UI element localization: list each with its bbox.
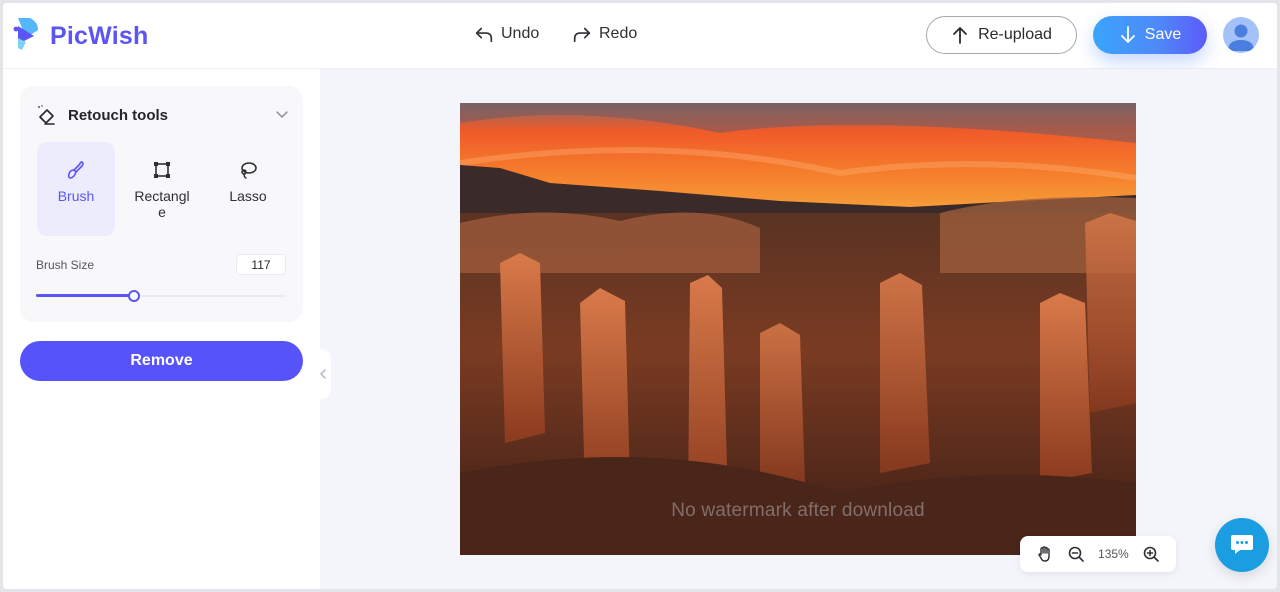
reupload-label: Re-upload <box>978 26 1052 43</box>
save-button[interactable]: Save <box>1093 16 1207 54</box>
chevron-down-icon[interactable] <box>274 106 290 122</box>
chevron-left-icon <box>320 369 326 379</box>
brush-size-slider[interactable] <box>36 290 286 302</box>
watermark-text: No watermark after download <box>671 500 925 521</box>
panel-header[interactable]: Retouch tools <box>36 104 168 126</box>
undo-button[interactable]: Undo <box>473 23 539 45</box>
canyon-photo[interactable]: No watermark after download <box>460 103 1136 555</box>
panel-title: Retouch tools <box>68 106 168 124</box>
brush-size-input[interactable]: 117 <box>236 254 286 275</box>
undo-icon <box>475 27 493 43</box>
hand-pan-icon[interactable] <box>1036 545 1054 563</box>
logo[interactable]: PicWish <box>12 16 148 57</box>
zoom-in-icon[interactable] <box>1142 545 1160 563</box>
reupload-button[interactable]: Re-upload <box>926 16 1077 54</box>
tool-lasso[interactable]: Lasso <box>209 142 287 236</box>
rectangle-select-icon <box>154 162 170 178</box>
zoom-level: 135% <box>1098 547 1129 561</box>
user-icon <box>1228 24 1254 51</box>
top-bar: PicWish Undo Redo Re-upload Save <box>3 3 1277 69</box>
zoom-controls: 135% <box>1020 536 1176 572</box>
app-window: PicWish Undo Redo Re-upload Save Retouch… <box>3 3 1277 589</box>
tool-label: Lasso <box>229 188 267 204</box>
remove-button[interactable]: Remove <box>20 341 303 381</box>
eraser-icon <box>38 105 55 125</box>
arrow-up-icon <box>953 27 967 44</box>
tool-label: Brush <box>57 188 95 204</box>
brand-name: PicWish <box>50 22 149 50</box>
retouch-tools-panel: Retouch tools Brush Rectangle Lasso Brus… <box>20 86 303 322</box>
brush-size-label: Brush Size <box>36 258 95 272</box>
tool-rectangle[interactable]: Rectangle <box>123 142 201 236</box>
user-avatar[interactable] <box>1223 17 1259 53</box>
tool-label: Rectangle <box>134 188 190 220</box>
collapse-sidebar-button[interactable] <box>315 349 331 399</box>
save-label: Save <box>1144 26 1182 43</box>
lasso-icon <box>241 162 257 179</box>
sidebar: Retouch tools Brush Rectangle Lasso Brus… <box>3 69 320 589</box>
arrow-down-icon <box>1120 26 1135 43</box>
undo-label: Undo <box>501 25 540 42</box>
photo-image <box>460 103 1136 555</box>
picwish-logo-icon <box>12 16 40 57</box>
slider-fill <box>36 294 134 297</box>
chat-support-button[interactable] <box>1215 518 1269 572</box>
redo-icon <box>573 27 591 43</box>
tool-list: Brush Rectangle Lasso <box>37 142 287 236</box>
canvas-area: No watermark after download 135% <box>315 69 1277 589</box>
redo-button[interactable]: Redo <box>571 23 637 45</box>
chat-bubble-icon <box>1231 535 1253 554</box>
zoom-out-icon[interactable] <box>1067 545 1085 563</box>
slider-thumb[interactable] <box>127 290 140 302</box>
tool-brush[interactable]: Brush <box>37 142 115 236</box>
redo-label: Redo <box>599 25 638 42</box>
brush-icon <box>67 161 84 179</box>
